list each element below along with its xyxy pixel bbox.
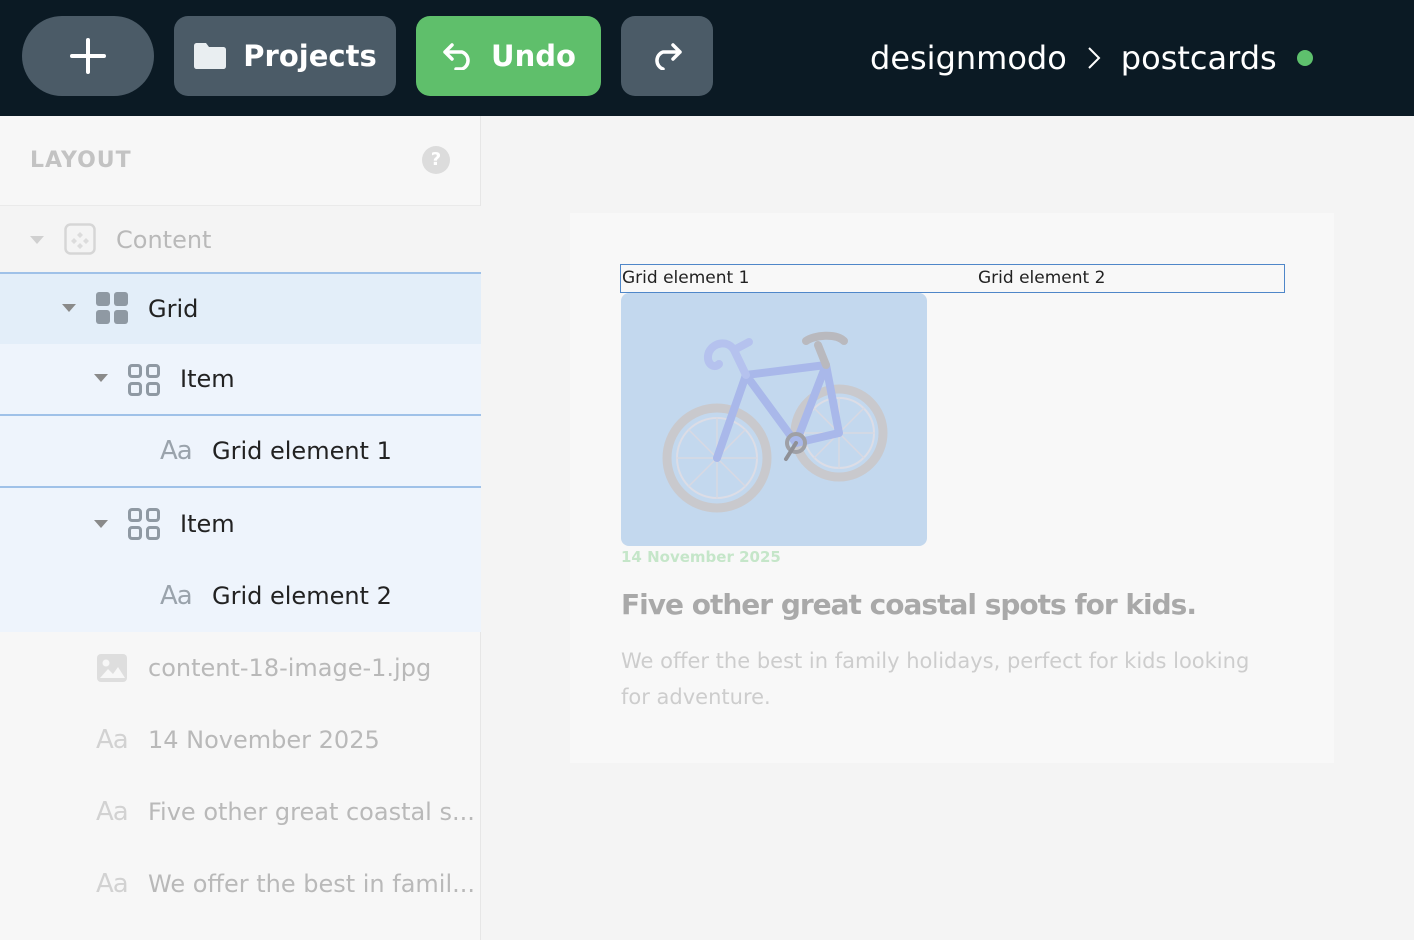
caret-down-icon[interactable] [94, 374, 108, 382]
undo-label: Undo [491, 39, 576, 73]
redo-arrow-icon [655, 43, 682, 70]
layer-label: Content [116, 225, 212, 254]
layer-label: Item [180, 365, 235, 393]
layer-row-grid-element-1[interactable]: Aa Grid element 1 [0, 416, 481, 488]
layer-label: Grid [148, 295, 199, 323]
layer-label: Grid element 1 [212, 437, 392, 465]
projects-label: Projects [243, 39, 377, 73]
layer-label: 14 November 2025 [148, 726, 380, 754]
layer-row-image[interactable]: content-18-image-1.jpg [0, 632, 481, 704]
layer-row-item-2[interactable]: Item [0, 488, 481, 560]
folder-icon [194, 43, 227, 69]
text-icon: Aa [160, 436, 193, 466]
item-grid-icon [128, 364, 160, 402]
layer-row-grid-element-2[interactable]: Aa Grid element 2 [0, 560, 481, 632]
caret-down-icon[interactable] [94, 520, 108, 528]
top-toolbar: Projects Undo designmodo postcards [0, 0, 1414, 116]
undo-button[interactable]: Undo [416, 16, 601, 96]
layer-row-description[interactable]: Aa We offer the best in famil... [0, 848, 481, 920]
chevron-right-icon [1087, 46, 1101, 70]
content-block-icon [64, 223, 96, 261]
breadcrumb-workspace[interactable]: designmodo [870, 39, 1067, 77]
layer-label: We offer the best in famil... [148, 870, 476, 898]
text-icon: Aa [160, 581, 193, 611]
grid-icon [96, 292, 128, 330]
layer-label: Grid element 2 [212, 582, 392, 610]
text-icon: Aa [96, 869, 129, 899]
layer-label: Item [180, 510, 235, 538]
layer-label: content-18-image-1.jpg [148, 654, 432, 682]
bicycle-image[interactable] [621, 293, 927, 546]
post-date[interactable]: 14 November 2025 [621, 548, 781, 566]
status-dot [1296, 50, 1313, 66]
text-icon: Aa [96, 725, 129, 755]
grid-element-2-text[interactable]: Grid element 2 [978, 268, 1105, 288]
undo-arrow-icon [443, 43, 470, 70]
breadcrumb-project[interactable]: postcards [1121, 39, 1277, 77]
plus-icon [70, 38, 106, 74]
layer-row-content[interactable]: Content [0, 206, 481, 273]
projects-button[interactable]: Projects [174, 16, 396, 96]
layer-row-item-1[interactable]: Item [0, 344, 481, 416]
text-icon: Aa [96, 797, 129, 827]
layer-row-heading[interactable]: Aa Five other great coastal s... [0, 776, 481, 848]
breadcrumb: designmodo postcards [870, 0, 1313, 116]
layer-row-date[interactable]: Aa 14 November 2025 [0, 704, 481, 776]
redo-button[interactable] [621, 16, 713, 96]
caret-down-icon[interactable] [62, 304, 76, 312]
post-heading[interactable]: Five other great coastal spots for kids. [621, 588, 1197, 621]
image-icon [96, 653, 128, 689]
help-icon[interactable]: ? [422, 146, 450, 174]
layer-label: Five other great coastal s... [148, 798, 475, 826]
layer-row-grid[interactable]: Grid [0, 272, 481, 344]
caret-down-icon[interactable] [30, 236, 44, 244]
add-button[interactable] [22, 16, 154, 96]
sidebar-header: LAYOUT ? [0, 116, 480, 206]
post-description[interactable]: We offer the best in family holidays, pe… [621, 643, 1281, 715]
sidebar-title: LAYOUT [30, 148, 132, 173]
grid-element-1-text[interactable]: Grid element 1 [622, 268, 749, 288]
item-grid-icon [128, 508, 160, 546]
